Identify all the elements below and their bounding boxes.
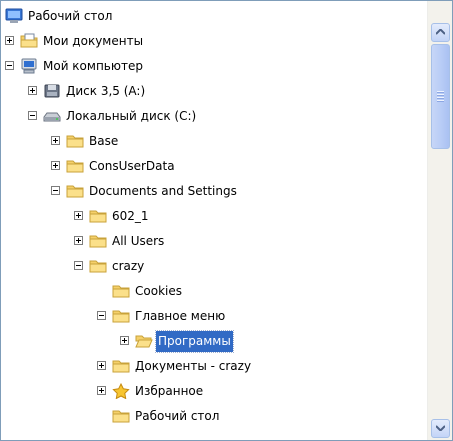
tree-item-label: Избранное: [135, 384, 204, 398]
thumb-grip: [437, 91, 444, 92]
arrow-up-icon: [436, 29, 445, 35]
collapse-minus-icon[interactable]: [28, 111, 37, 120]
tree-item-label: ConsUserData: [89, 159, 175, 173]
tree-item-label: Главное меню: [135, 309, 226, 323]
vertical-scrollbar[interactable]: [427, 1, 452, 440]
thumb-grip: [437, 100, 444, 101]
tree-item-label: Рабочий стол: [28, 9, 113, 23]
folder-icon: [112, 308, 130, 325]
tree-item[interactable]: crazy: [1, 254, 428, 279]
tree-item[interactable]: All Users: [1, 229, 428, 254]
tree-item[interactable]: Программы: [1, 329, 428, 354]
tree-item-label: Мой компьютер: [43, 59, 143, 73]
tree-item[interactable]: Рабочий стол: [1, 4, 428, 29]
collapse-minus-icon[interactable]: [5, 61, 14, 70]
folder-icon: [89, 233, 107, 250]
tree-item[interactable]: Cookies: [1, 279, 428, 304]
folder-icon: [89, 258, 107, 275]
tree-item-label: Программы: [155, 330, 234, 353]
tree-item[interactable]: Мой компьютер: [1, 54, 428, 79]
expand-plus-icon[interactable]: [97, 386, 106, 395]
my-documents-icon: [20, 33, 38, 50]
expand-plus-icon[interactable]: [74, 211, 83, 220]
arrow-down-icon: [436, 425, 445, 431]
expand-plus-icon[interactable]: [5, 36, 14, 45]
tree-item[interactable]: Избранное: [1, 379, 428, 404]
tree-item[interactable]: ConsUserData: [1, 154, 428, 179]
tree-item-label: All Users: [112, 234, 165, 248]
hard-drive-icon: [43, 108, 61, 125]
tree-item[interactable]: Рабочий стол: [1, 404, 428, 429]
folder-icon: [66, 133, 84, 150]
tree-item[interactable]: 602_1: [1, 204, 428, 229]
expand-plus-icon[interactable]: [28, 86, 37, 95]
expand-plus-icon[interactable]: [74, 236, 83, 245]
folder-tree-window: Рабочий стол Мои документы Мой компьютер Ди…: [0, 0, 453, 441]
tree-item-label: crazy: [112, 259, 145, 273]
scroll-down-button[interactable]: [431, 419, 450, 438]
expand-plus-icon[interactable]: [51, 161, 60, 170]
thumb-grip: [437, 94, 444, 95]
folder-tree: Рабочий стол Мои документы Мой компьютер Ди…: [1, 1, 428, 440]
folder-icon: [112, 408, 130, 425]
desktop-icon: [5, 8, 23, 25]
collapse-minus-icon[interactable]: [74, 261, 83, 270]
floppy-drive-icon: [43, 83, 61, 100]
tree-item-label: 602_1: [112, 209, 149, 223]
folder-icon: [89, 208, 107, 225]
folder-icon: [66, 158, 84, 175]
tree-item[interactable]: Диск 3,5 (A:): [1, 79, 428, 104]
tree-item-label: Диск 3,5 (A:): [66, 84, 146, 98]
tree-item-label: Base: [89, 134, 119, 148]
favorites-star-icon: [112, 382, 130, 400]
my-computer-icon: [20, 58, 38, 75]
folder-icon: [112, 283, 130, 300]
tree-item-label: Documents and Settings: [89, 184, 237, 198]
tree-item-label: Cookies: [135, 284, 182, 298]
collapse-minus-icon[interactable]: [97, 311, 106, 320]
tree-item[interactable]: Документы - crazy: [1, 354, 428, 379]
tree-item[interactable]: Локальный диск (C:): [1, 104, 428, 129]
folder-open-icon: [135, 333, 153, 350]
tree-item-label: Мои документы: [43, 34, 144, 48]
thumb-grip: [437, 97, 444, 98]
tree-item-label: Документы - crazy: [135, 359, 252, 373]
tree-item[interactable]: Documents and Settings: [1, 179, 428, 204]
expand-plus-icon[interactable]: [97, 361, 106, 370]
folder-icon: [112, 358, 130, 375]
collapse-minus-icon[interactable]: [51, 186, 60, 195]
tree-item-label: Локальный диск (C:): [66, 109, 197, 123]
expand-plus-icon[interactable]: [120, 336, 129, 345]
tree-item-label: Рабочий стол: [135, 409, 220, 423]
expand-plus-icon[interactable]: [51, 136, 60, 145]
scroll-thumb[interactable]: [431, 44, 450, 149]
folder-icon: [66, 183, 84, 200]
scroll-up-button[interactable]: [431, 23, 450, 42]
tree-item[interactable]: Главное меню: [1, 304, 428, 329]
tree-item[interactable]: Мои документы: [1, 29, 428, 54]
tree-item[interactable]: Base: [1, 129, 428, 154]
